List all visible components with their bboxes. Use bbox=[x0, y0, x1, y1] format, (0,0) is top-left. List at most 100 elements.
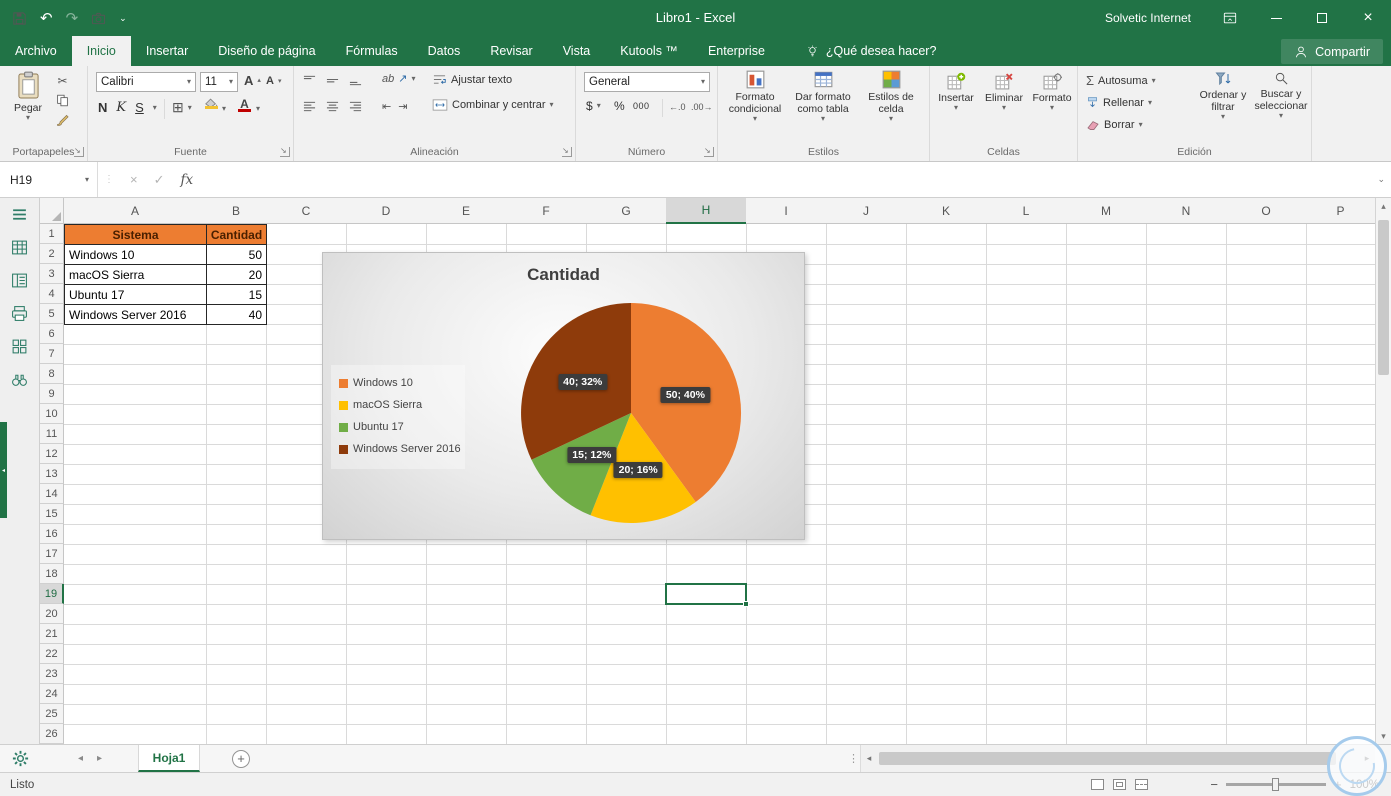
row-header-11[interactable]: 11 bbox=[40, 424, 64, 444]
bold-button[interactable]: N bbox=[98, 100, 107, 115]
row-header-23[interactable]: 23 bbox=[40, 664, 64, 684]
add-sheet-button[interactable]: + bbox=[232, 750, 250, 768]
scroll-left-arrow[interactable]: ◂ bbox=[861, 745, 877, 772]
align-left-icon[interactable] bbox=[302, 100, 317, 113]
row-header-14[interactable]: 14 bbox=[40, 484, 64, 504]
cell-B3[interactable]: 20 bbox=[206, 264, 267, 285]
decrease-indent-button[interactable]: ⇤ bbox=[382, 100, 391, 113]
fill-handle[interactable] bbox=[743, 601, 749, 607]
font-color-dropdown[interactable]: ▾ bbox=[256, 105, 260, 113]
conditional-format-button[interactable]: Formato condicional ▾ bbox=[722, 70, 788, 123]
number-format-select[interactable]: General ▾ bbox=[584, 72, 710, 92]
cell-A4[interactable]: Ubuntu 17 bbox=[64, 284, 207, 305]
row-header-26[interactable]: 26 bbox=[40, 724, 64, 744]
decrease-decimal-button[interactable]: .00→ bbox=[691, 102, 713, 112]
row-header-21[interactable]: 21 bbox=[40, 624, 64, 644]
insert-cells-button[interactable]: Insertar ▾ bbox=[934, 72, 978, 112]
underline-button[interactable]: S bbox=[135, 100, 144, 115]
column-header-D[interactable]: D bbox=[346, 198, 427, 224]
selected-cell[interactable] bbox=[665, 583, 749, 607]
maximize-button[interactable] bbox=[1299, 0, 1345, 36]
increase-decimal-button[interactable]: ←.0 bbox=[669, 102, 686, 112]
font-size-select[interactable]: 11 ▾ bbox=[200, 72, 238, 92]
align-top-icon[interactable] bbox=[302, 74, 317, 87]
format-cells-button[interactable]: Formato ▾ bbox=[1030, 72, 1074, 112]
delete-cells-button[interactable]: Eliminar ▾ bbox=[982, 72, 1026, 112]
column-header-H[interactable]: H bbox=[666, 198, 747, 224]
ribbon-tab-fórmulas[interactable]: Fórmulas bbox=[331, 36, 413, 66]
minimize-button[interactable] bbox=[1253, 0, 1299, 36]
nav-menu-icon[interactable] bbox=[11, 206, 28, 223]
name-box[interactable]: H19 ▾ bbox=[0, 162, 98, 197]
sheet-tab-hoja1[interactable]: Hoja1 bbox=[138, 745, 200, 772]
ribbon-tab-datos[interactable]: Datos bbox=[413, 36, 476, 66]
horizontal-scrollbar[interactable]: ◂ ▸ bbox=[860, 745, 1375, 772]
cell-B5[interactable]: 40 bbox=[206, 304, 267, 325]
ribbon-tab-diseño-de-página[interactable]: Diseño de página bbox=[203, 36, 330, 66]
row-header-22[interactable]: 22 bbox=[40, 644, 64, 664]
row-header-25[interactable]: 25 bbox=[40, 704, 64, 724]
cell-B2[interactable]: 50 bbox=[206, 244, 267, 265]
decrease-font-button[interactable]: A ▾ bbox=[266, 75, 281, 87]
row-header-13[interactable]: 13 bbox=[40, 464, 64, 484]
increase-font-button[interactable]: A ▴ bbox=[244, 73, 261, 88]
row-header-15[interactable]: 15 bbox=[40, 504, 64, 524]
row-header-8[interactable]: 8 bbox=[40, 364, 64, 384]
cell-A1[interactable]: Sistema bbox=[64, 224, 207, 245]
font-name-select[interactable]: Calibri ▾ bbox=[96, 72, 196, 92]
column-header-K[interactable]: K bbox=[906, 198, 987, 224]
merge-center-button[interactable]: Combinar y centrar ▾ bbox=[432, 99, 554, 111]
column-header-O[interactable]: O bbox=[1226, 198, 1307, 224]
ribbon-tab-insertar[interactable]: Insertar bbox=[131, 36, 203, 66]
pane-icon[interactable] bbox=[11, 272, 28, 289]
ribbon-display-options-button[interactable] bbox=[1207, 0, 1253, 36]
binoculars-icon[interactable] bbox=[11, 371, 28, 388]
pie-chart[interactable]: Cantidad Windows 10 macOS Sierra Ubuntu 17… bbox=[322, 252, 805, 540]
format-painter-button[interactable] bbox=[56, 113, 69, 126]
copy-button[interactable] bbox=[56, 94, 69, 107]
next-sheet-button[interactable]: ▸ bbox=[97, 753, 102, 764]
align-right-icon[interactable] bbox=[348, 100, 363, 113]
zoom-slider[interactable] bbox=[1225, 778, 1326, 791]
row-header-19[interactable]: 19 bbox=[40, 584, 64, 604]
font-color-button[interactable]: A bbox=[238, 97, 251, 112]
italic-button[interactable]: K bbox=[116, 100, 126, 115]
borders-button[interactable]: ⊞ ▾ bbox=[172, 99, 192, 116]
underline-dropdown[interactable]: ▾ bbox=[153, 103, 157, 112]
column-header-L[interactable]: L bbox=[986, 198, 1067, 224]
column-header-E[interactable]: E bbox=[426, 198, 507, 224]
row-header-24[interactable]: 24 bbox=[40, 684, 64, 704]
confirm-entry-button[interactable]: ✓ bbox=[154, 172, 165, 188]
pane-collapse-handle[interactable]: ◂ bbox=[0, 422, 7, 518]
worksheet-nav-icon[interactable] bbox=[11, 239, 28, 256]
prev-sheet-button[interactable]: ◂ bbox=[78, 753, 83, 764]
zoom-slider-thumb[interactable] bbox=[1271, 778, 1279, 791]
fill-button[interactable]: Rellenar ▾ bbox=[1086, 96, 1152, 109]
normal-view-button[interactable] bbox=[1091, 779, 1104, 790]
format-as-table-button[interactable]: Dar formato como tabla ▾ bbox=[790, 70, 856, 123]
cell-styles-button[interactable]: Estilos de celda ▾ bbox=[858, 70, 924, 123]
cell-A5[interactable]: Windows Server 2016 bbox=[64, 304, 207, 325]
ribbon-tab-enterprise[interactable]: Enterprise bbox=[693, 36, 780, 66]
fill-color-dropdown[interactable]: ▾ bbox=[222, 105, 226, 113]
column-header-I[interactable]: I bbox=[746, 198, 827, 224]
column-header-P[interactable]: P bbox=[1306, 198, 1375, 224]
clear-button[interactable]: Borrar ▾ bbox=[1086, 119, 1143, 131]
row-header-6[interactable]: 6 bbox=[40, 324, 64, 344]
thousands-button[interactable]: 000 bbox=[633, 101, 650, 111]
row-header-9[interactable]: 9 bbox=[40, 384, 64, 404]
vertical-scroll-thumb[interactable] bbox=[1378, 220, 1389, 375]
printer-icon[interactable] bbox=[11, 305, 28, 322]
tell-me-box[interactable]: ¿Qué desea hacer? bbox=[806, 36, 936, 66]
column-header-C[interactable]: C bbox=[266, 198, 347, 224]
row-header-10[interactable]: 10 bbox=[40, 404, 64, 424]
column-header-G[interactable]: G bbox=[586, 198, 667, 224]
sort-filter-button[interactable]: Ordenar y filtrar ▾ bbox=[1196, 71, 1250, 121]
ribbon-tab-archivo[interactable]: Archivo bbox=[0, 36, 72, 66]
clipboard-dialog-launcher[interactable]: ↘ bbox=[74, 147, 84, 157]
increase-indent-button[interactable]: ⇥ bbox=[398, 100, 407, 113]
expand-formula-bar-button[interactable]: ⌄ bbox=[1377, 162, 1385, 197]
align-center-icon[interactable] bbox=[325, 100, 340, 113]
wrap-text-button[interactable]: Ajustar texto bbox=[432, 73, 512, 86]
row-header-7[interactable]: 7 bbox=[40, 344, 64, 364]
